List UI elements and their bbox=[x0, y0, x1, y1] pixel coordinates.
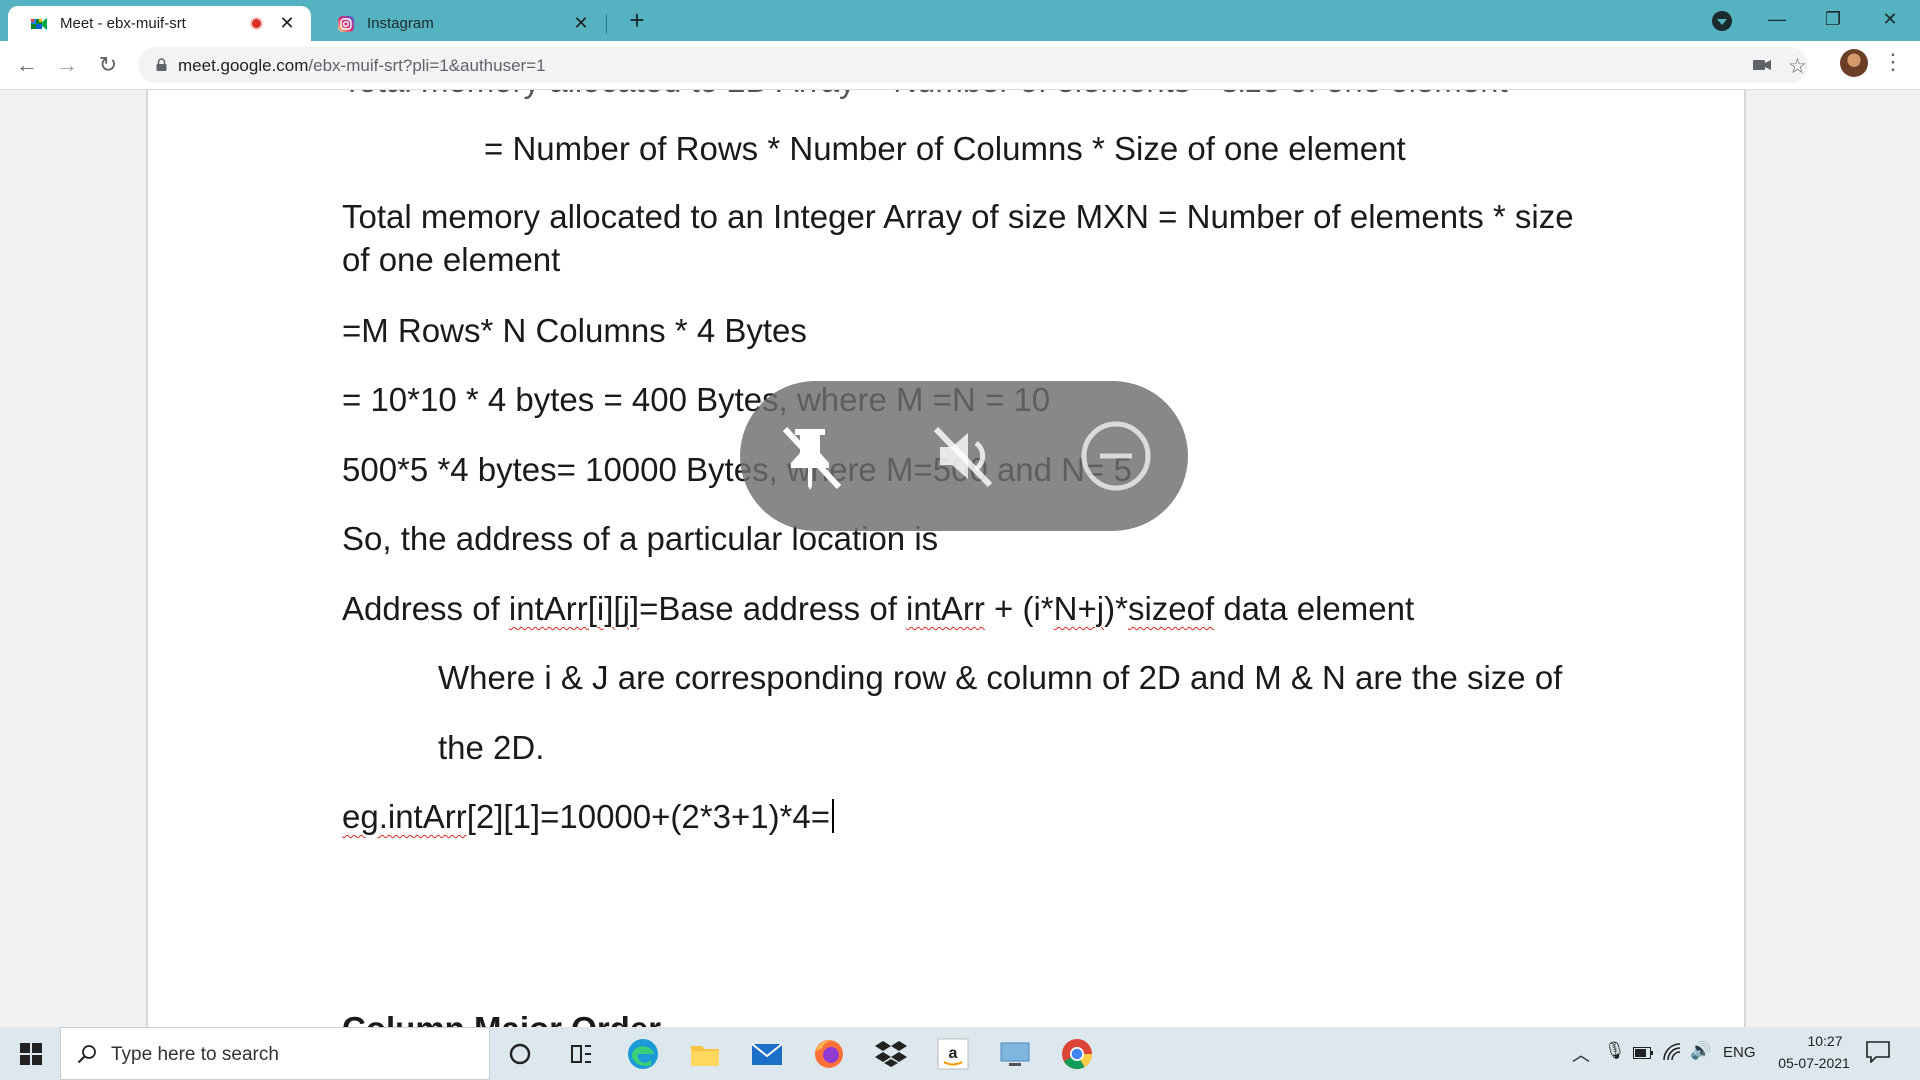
tab-title: Instagram bbox=[367, 15, 434, 32]
camera-in-use-icon[interactable] bbox=[1753, 59, 1771, 71]
bookmark-star-icon[interactable]: ☆ bbox=[1788, 54, 1807, 79]
restore-icon[interactable]: ❐ bbox=[1813, 4, 1853, 34]
taskbar-search-placeholder: Type here to search bbox=[111, 1044, 279, 1065]
amazon-icon[interactable]: a bbox=[934, 1035, 972, 1073]
doc-line: =M Rows* N Columns * 4 Bytes bbox=[342, 312, 807, 349]
profile-avatar[interactable] bbox=[1840, 49, 1868, 77]
doc-text-misspelled: N+j bbox=[1053, 590, 1105, 627]
minimize-icon[interactable]: — bbox=[1757, 4, 1797, 34]
tab-meet[interactable]: Meet - ebx-muif-srt ✕ bbox=[8, 6, 311, 41]
file-explorer-icon[interactable] bbox=[686, 1035, 724, 1073]
browser-tab-strip: Meet - ebx-muif-srt ✕ Instagram ✕ + — ❐ … bbox=[0, 0, 1920, 41]
doc-text-misspelled: intArr[i][j] bbox=[508, 590, 640, 627]
new-tab-button[interactable]: + bbox=[622, 6, 652, 36]
mail-icon[interactable] bbox=[748, 1035, 786, 1073]
tab-search-icon[interactable] bbox=[1712, 11, 1732, 31]
tab-separator bbox=[606, 14, 607, 34]
url-path: /ebx-muif-srt?pli=1&authuser=1 bbox=[308, 56, 546, 75]
edge-icon[interactable] bbox=[624, 1035, 662, 1073]
doc-text-misspelled: eg.intArr bbox=[342, 798, 467, 835]
reload-icon[interactable]: ↻ bbox=[93, 50, 123, 80]
doc-line: = Number of Rows * Number of Columns * S… bbox=[484, 130, 1406, 167]
svg-text:a: a bbox=[949, 1045, 958, 1062]
input-language[interactable]: ENG bbox=[1723, 1044, 1756, 1061]
lock-icon bbox=[156, 58, 167, 71]
google-meet-icon bbox=[31, 17, 47, 30]
doc-line: Total memory allocated to an Integer Arr… bbox=[342, 198, 1574, 235]
shared-document-page: Total memory allocated to 2D Array = Num… bbox=[146, 90, 1746, 1027]
taskbar-search-box[interactable]: Type here to search bbox=[60, 1027, 490, 1080]
address-bar[interactable]: meet.google.com/ebx-muif-srt?pli=1&authu… bbox=[138, 47, 1808, 83]
dropbox-icon[interactable] bbox=[872, 1035, 910, 1073]
doc-text: + (i* bbox=[984, 590, 1054, 627]
forward-icon[interactable]: → bbox=[52, 50, 82, 80]
instagram-icon bbox=[338, 15, 354, 32]
mute-icon[interactable] bbox=[920, 413, 1006, 499]
unpin-icon[interactable] bbox=[767, 413, 853, 499]
doc-line: of one element bbox=[342, 241, 561, 278]
search-icon bbox=[77, 1045, 96, 1064]
microphone-icon[interactable]: 🎙 bbox=[1604, 1041, 1626, 1061]
tab-instagram[interactable]: Instagram ✕ bbox=[315, 6, 605, 41]
doc-text-misspelled: intArr bbox=[906, 590, 985, 627]
cortana-icon[interactable] bbox=[501, 1035, 539, 1073]
tab-title: Meet - ebx-muif-srt bbox=[60, 15, 186, 32]
recording-indicator-icon bbox=[250, 17, 263, 30]
back-icon[interactable]: ← bbox=[12, 50, 42, 80]
wifi-icon[interactable] bbox=[1662, 1042, 1682, 1062]
battery-icon[interactable] bbox=[1633, 1047, 1653, 1059]
firefox-icon[interactable] bbox=[810, 1035, 848, 1073]
close-tab-icon[interactable]: ✕ bbox=[277, 13, 297, 34]
task-view-icon[interactable] bbox=[562, 1035, 600, 1073]
url-host: meet.google.com bbox=[178, 56, 309, 75]
doc-line-cut: Total memory allocated to 2D Array = Num… bbox=[342, 90, 1508, 100]
close-window-icon[interactable]: ✕ bbox=[1870, 4, 1910, 34]
doc-line-example: eg.intArr[2][1]=10000+(2*3+1)*4= bbox=[342, 798, 835, 836]
presentation-controls-overlay bbox=[740, 381, 1188, 531]
show-hidden-icons-chevron-icon[interactable]: ︿ bbox=[1572, 1041, 1590, 1067]
windows-taskbar: Type here to search a ︿ 🎙 🔊 ENG 10:27 05… bbox=[0, 1027, 1920, 1080]
doc-text: [2][1]=10000+(2*3+1)*4= bbox=[466, 798, 831, 835]
browser-toolbar: ← → ↻ meet.google.com/ebx-muif-srt?pli=1… bbox=[0, 41, 1920, 90]
desktop-app-icon[interactable] bbox=[996, 1035, 1034, 1073]
remove-icon[interactable] bbox=[1073, 413, 1159, 499]
clock-date[interactable]: 05-07-2021 bbox=[1768, 1055, 1860, 1071]
notification-center-icon[interactable] bbox=[1866, 1041, 1890, 1063]
doc-text: Address of bbox=[342, 590, 509, 627]
doc-text: data element bbox=[1214, 590, 1415, 627]
clock-time[interactable]: 10:27 bbox=[1790, 1033, 1860, 1049]
text-cursor bbox=[832, 799, 835, 833]
browser-menu-icon[interactable]: ⋮ bbox=[1882, 49, 1904, 75]
doc-text: )* bbox=[1104, 590, 1128, 627]
windows-start-icon[interactable] bbox=[20, 1043, 42, 1065]
doc-line-formula: Address of intArr[i][j]=Base address of … bbox=[342, 590, 1414, 628]
url-text: meet.google.com/ebx-muif-srt?pli=1&authu… bbox=[178, 56, 546, 76]
close-tab-icon[interactable]: ✕ bbox=[571, 13, 591, 34]
meeting-presentation-stage: Total memory allocated to 2D Array = Num… bbox=[0, 90, 1920, 1027]
doc-line: the 2D. bbox=[438, 729, 545, 766]
doc-heading: Column Major Order bbox=[342, 1010, 661, 1027]
volume-icon[interactable]: 🔊 bbox=[1690, 1041, 1711, 1061]
doc-text: =Base address of bbox=[639, 590, 907, 627]
doc-text-misspelled: sizeof bbox=[1127, 590, 1215, 627]
doc-line: Where i & J are corresponding row & colu… bbox=[438, 659, 1563, 696]
chrome-icon[interactable] bbox=[1058, 1035, 1096, 1073]
